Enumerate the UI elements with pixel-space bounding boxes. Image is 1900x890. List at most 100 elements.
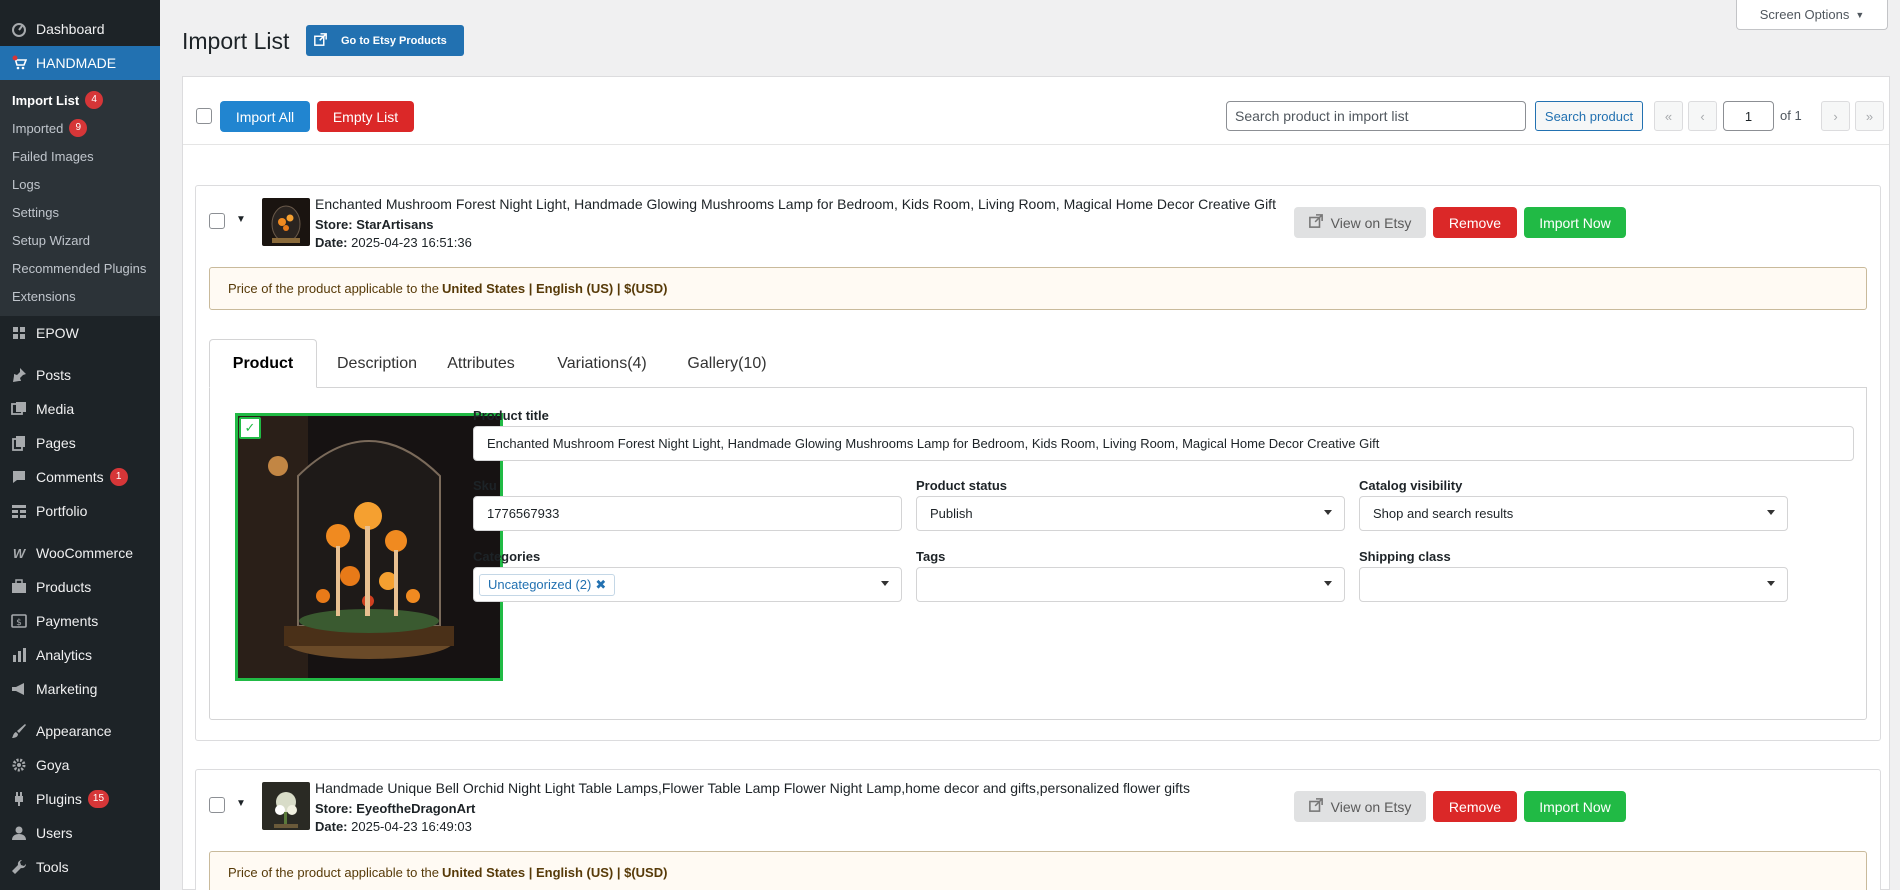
- first-page-button[interactable]: «: [1654, 101, 1683, 131]
- import-now-button[interactable]: Import Now: [1524, 207, 1626, 238]
- tab-product[interactable]: Product: [209, 339, 317, 388]
- menu-label: Posts: [36, 367, 72, 383]
- dropdown-arrow-icon: [881, 581, 889, 586]
- menu-tools[interactable]: Tools: [0, 850, 160, 884]
- page-number-input[interactable]: 1: [1723, 101, 1774, 131]
- prev-page-button[interactable]: ‹: [1688, 101, 1717, 131]
- remove-button[interactable]: Remove: [1433, 207, 1517, 238]
- menu-label: Payments: [36, 613, 99, 629]
- search-input[interactable]: Search product in import list: [1226, 101, 1526, 131]
- dropdown-arrow-icon: [1324, 581, 1332, 586]
- item-header: ▼ Handmade Unique Bell Orchid Night Ligh…: [196, 770, 1880, 834]
- menu-woocommerce[interactable]: W WooCommerce: [0, 536, 160, 570]
- import-all-button[interactable]: Import All: [220, 101, 310, 132]
- submenu-failed-images[interactable]: Failed Images: [0, 142, 160, 170]
- submenu-imported[interactable]: Imported 9: [0, 114, 160, 142]
- handmade-submenu: Import List 4 Imported 9 Failed Images Log…: [0, 80, 160, 316]
- product-title-label: Product title: [473, 408, 549, 423]
- caret-down-icon[interactable]: ▼: [236, 798, 246, 809]
- product-status-select[interactable]: Publish: [916, 496, 1345, 531]
- button-label: Go to Etsy Products: [341, 34, 447, 47]
- external-link-icon: [314, 32, 327, 49]
- product-tab-panel: ✓ Product title Enchanted Mushroom Fores…: [209, 387, 1867, 720]
- external-link-icon: [1308, 798, 1323, 815]
- menu-products[interactable]: Products: [0, 570, 160, 604]
- page-total: of 1: [1780, 108, 1802, 123]
- view-on-etsy-button[interactable]: View on Etsy: [1294, 207, 1426, 238]
- menu-payments[interactable]: $ Payments: [0, 604, 160, 638]
- menu-marketing[interactable]: Marketing: [0, 672, 160, 706]
- tab-variations[interactable]: Variations(4): [547, 339, 657, 388]
- menu-dashboard[interactable]: Dashboard: [0, 12, 160, 46]
- select-all-checkbox[interactable]: [196, 108, 212, 124]
- menu-users[interactable]: Users: [0, 816, 160, 850]
- menu-media[interactable]: Media: [0, 392, 160, 426]
- count-badge: 9: [69, 119, 88, 137]
- price-notice: Price of the product applicable to the Un…: [209, 851, 1867, 890]
- pin-icon: [10, 366, 28, 384]
- menu-label: WooCommerce: [36, 545, 133, 561]
- dropdown-arrow-icon: [1767, 510, 1775, 515]
- submenu-import-list[interactable]: Import List 4: [0, 86, 160, 114]
- submenu-settings[interactable]: Settings: [0, 198, 160, 226]
- import-list-panel: Import All Empty List Search product in …: [182, 76, 1890, 890]
- submenu-setup-wizard[interactable]: Setup Wizard: [0, 226, 160, 254]
- menu-handmade[interactable]: HANDMADE: [0, 46, 160, 80]
- item-date: Date: 2025-04-23 16:51:36: [315, 235, 472, 250]
- submenu-recommended-plugins[interactable]: Recommended Plugins: [0, 254, 160, 282]
- remove-button[interactable]: Remove: [1433, 791, 1517, 822]
- menu-posts[interactable]: Posts: [0, 358, 160, 392]
- caret-down-icon[interactable]: ▼: [236, 214, 246, 225]
- menu-plugins[interactable]: Plugins 15: [0, 782, 160, 816]
- product-title-input[interactable]: Enchanted Mushroom Forest Night Light, H…: [473, 426, 1854, 461]
- next-page-button[interactable]: ›: [1821, 101, 1850, 131]
- submenu-logs[interactable]: Logs: [0, 170, 160, 198]
- search-product-button[interactable]: Search product: [1535, 101, 1643, 131]
- last-page-button[interactable]: »: [1855, 101, 1884, 131]
- tags-select[interactable]: [916, 567, 1345, 602]
- sku-input[interactable]: 1776567933: [473, 496, 902, 531]
- menu-goya[interactable]: Goya: [0, 748, 160, 782]
- menu-portfolio[interactable]: Portfolio: [0, 494, 160, 528]
- plugin-icon: [10, 790, 28, 808]
- category-chip[interactable]: Uncategorized (2) ✖: [479, 573, 616, 596]
- product-image[interactable]: ✓: [235, 413, 503, 681]
- notice-region: United States | English (US) | $(USD): [442, 865, 668, 880]
- tab-gallery[interactable]: Gallery(10): [677, 339, 777, 388]
- screen-options-button[interactable]: Screen Options ▼: [1736, 0, 1888, 30]
- item-checkbox[interactable]: [209, 797, 225, 813]
- menu-pages[interactable]: Pages: [0, 426, 160, 460]
- main-content: Import List Go to Etsy Products Screen O…: [160, 0, 1900, 890]
- checkmark-icon[interactable]: ✓: [239, 417, 261, 439]
- menu-label: EPOW: [36, 325, 79, 341]
- comment-icon: [10, 468, 28, 486]
- tab-description[interactable]: Description: [327, 339, 427, 388]
- item-store: Store: StarArtisans: [315, 217, 434, 232]
- empty-list-button[interactable]: Empty List: [317, 101, 414, 132]
- grid-icon: [10, 324, 28, 342]
- store-name: EyeoftheDragonArt: [356, 801, 476, 816]
- tab-attributes[interactable]: Attributes: [437, 339, 525, 388]
- submenu-extensions[interactable]: Extensions: [0, 282, 160, 310]
- menu-appearance[interactable]: Appearance: [0, 714, 160, 748]
- go-to-etsy-products-button[interactable]: Go to Etsy Products: [306, 25, 464, 56]
- portfolio-icon: [10, 502, 28, 520]
- count-badge: 4: [85, 91, 104, 109]
- marketing-icon: [10, 680, 28, 698]
- import-item: ▼ Enchanted Mushroom Forest Night Light,…: [195, 185, 1881, 741]
- catalog-visibility-select[interactable]: Shop and search results: [1359, 496, 1788, 531]
- import-now-button[interactable]: Import Now: [1524, 791, 1626, 822]
- menu-label: Plugins: [36, 791, 82, 807]
- product-thumbnail: [262, 198, 310, 246]
- shipping-class-select[interactable]: [1359, 567, 1788, 602]
- menu-epow[interactable]: EPOW: [0, 316, 160, 350]
- item-checkbox[interactable]: [209, 213, 225, 229]
- menu-analytics[interactable]: Analytics: [0, 638, 160, 672]
- categories-select[interactable]: Uncategorized (2) ✖: [473, 567, 902, 602]
- date-value: 2025-04-23 16:49:03: [351, 819, 472, 834]
- menu-label: Goya: [36, 757, 70, 773]
- remove-chip-icon[interactable]: ✖: [595, 577, 606, 593]
- menu-comments[interactable]: Comments 1: [0, 460, 160, 494]
- count-badge: 1: [109, 468, 128, 486]
- view-on-etsy-button[interactable]: View on Etsy: [1294, 791, 1426, 822]
